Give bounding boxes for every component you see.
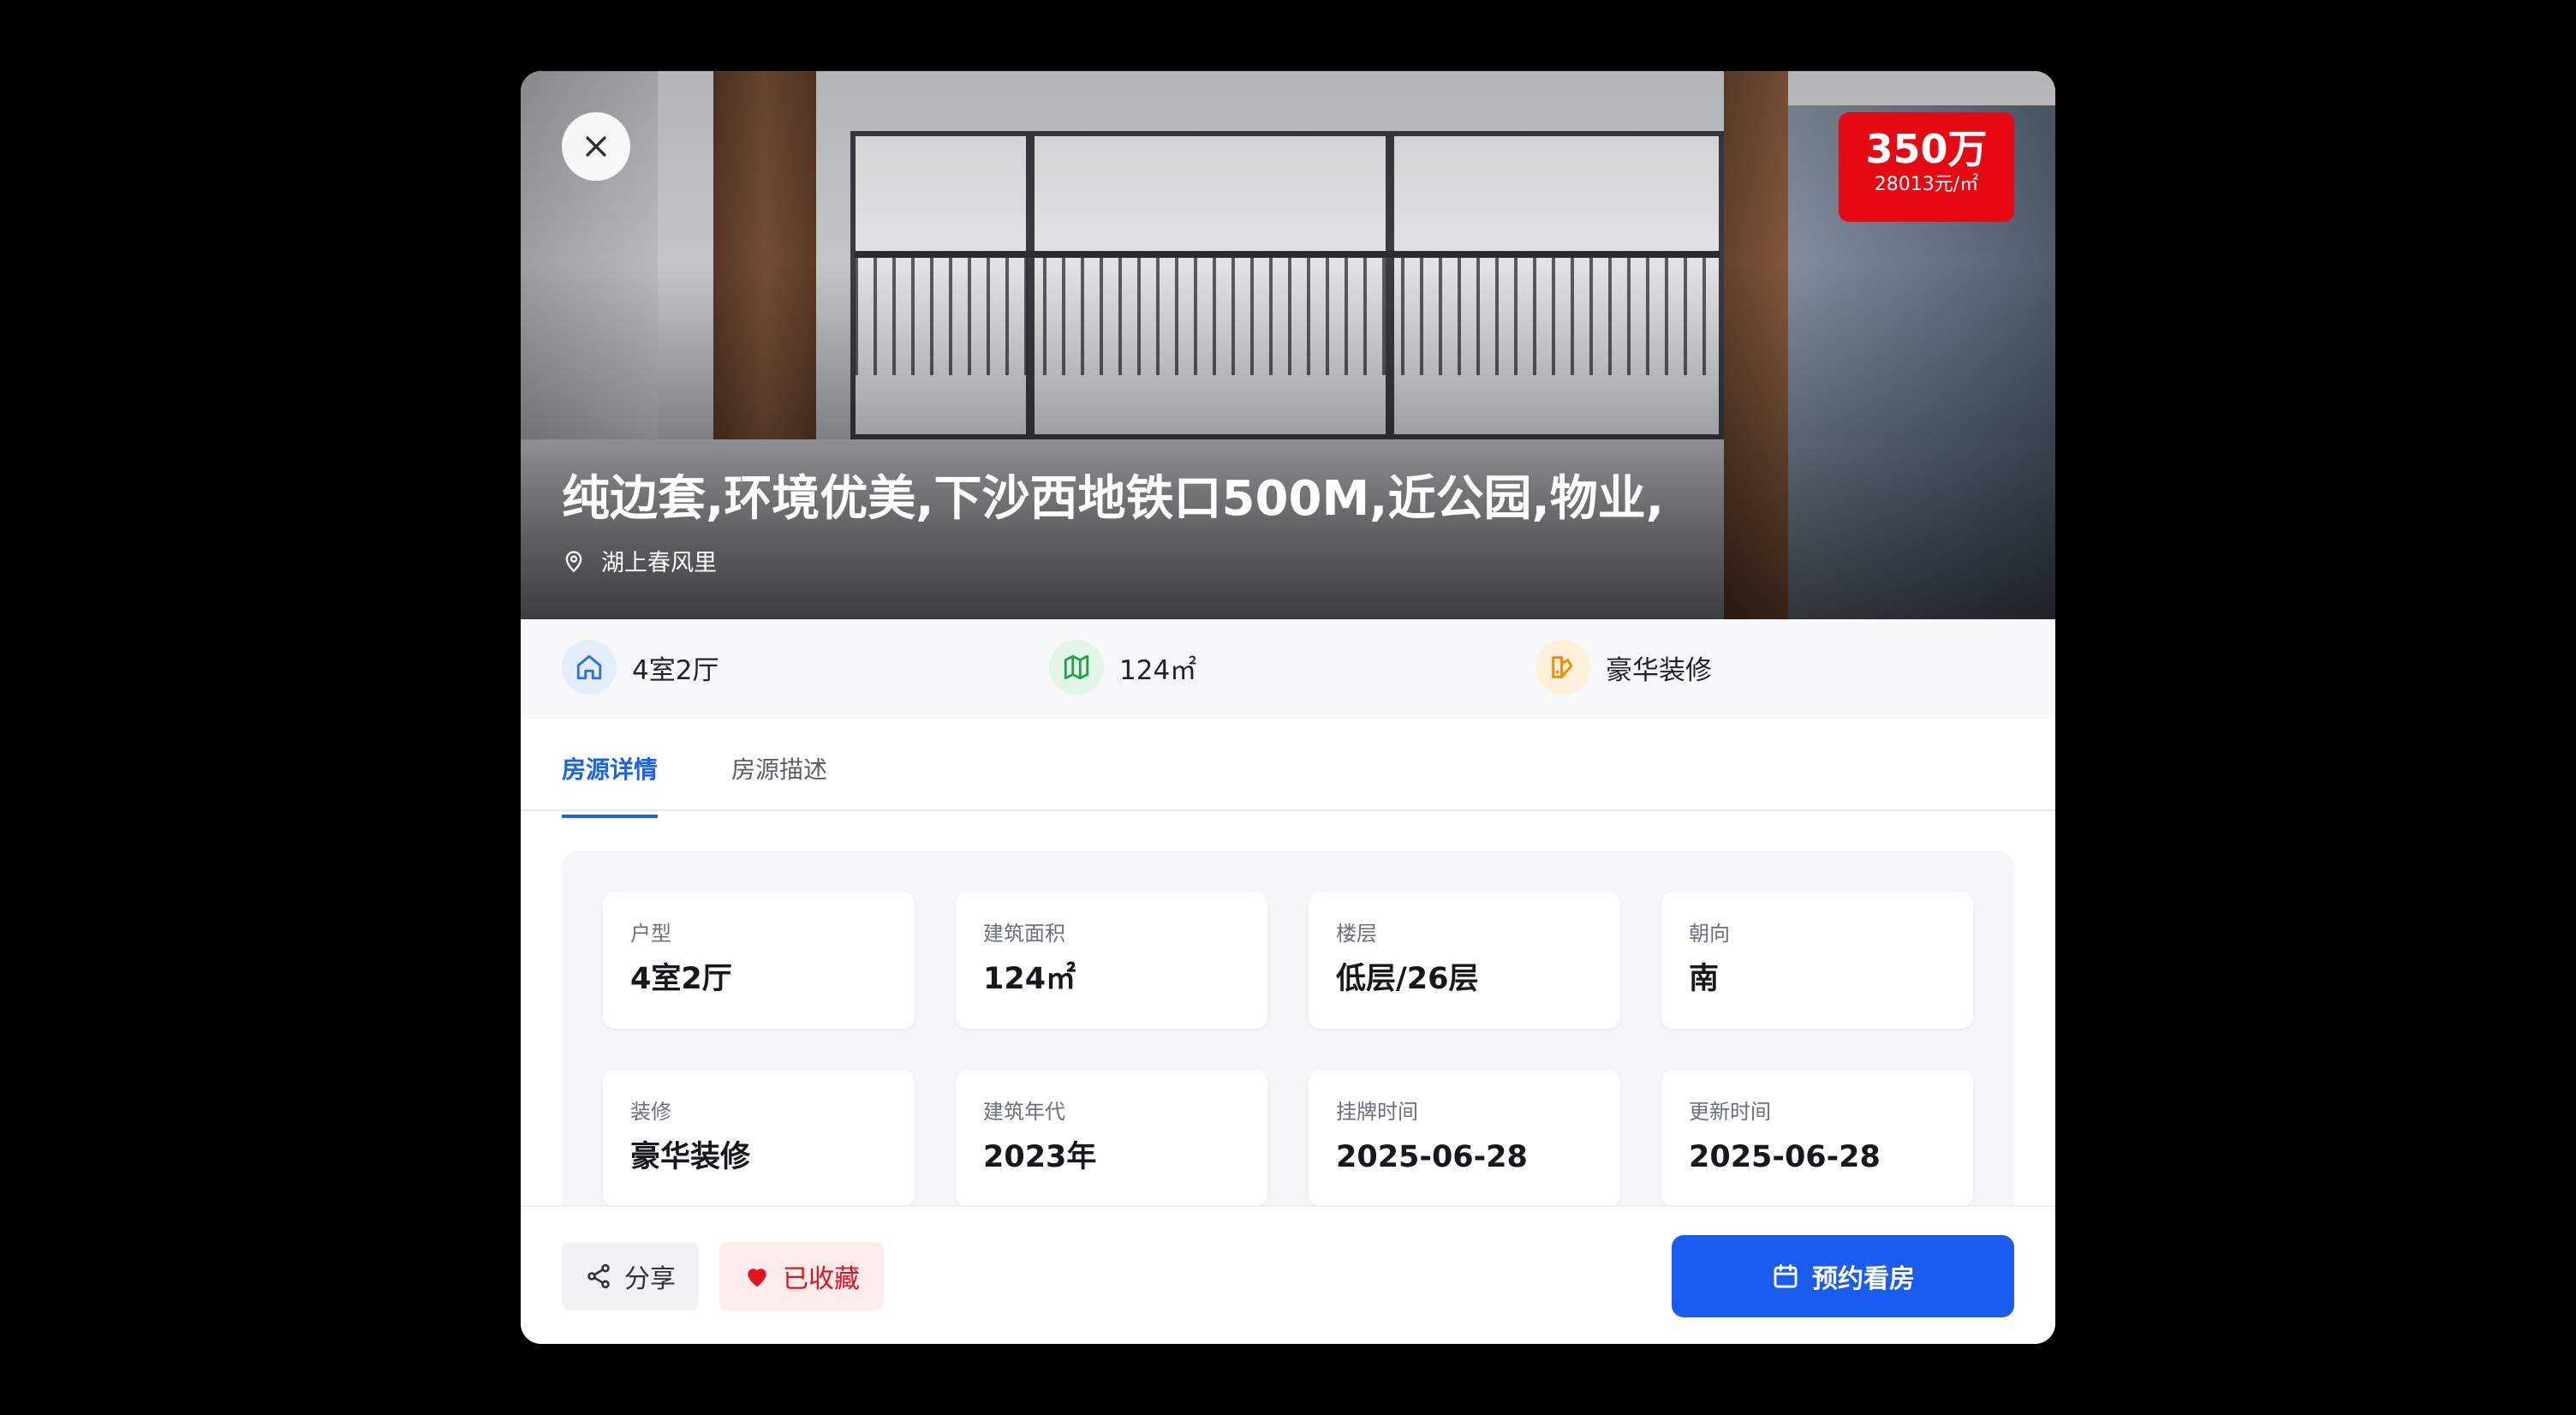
- detail-value: 2025-06-28: [1336, 1140, 1528, 1174]
- calendar-icon: [1774, 1263, 1798, 1288]
- price-badge: 350万 28013元/㎡: [1839, 112, 2014, 222]
- location-name: 湖上春风里: [601, 550, 717, 576]
- paint-icon: [1535, 640, 1590, 695]
- detail-card-updated-date: 更新时间 2025-06-28: [1661, 1070, 1973, 1207]
- detail-value: 2025-06-28: [1689, 1140, 1881, 1174]
- feature-strip: 4室2厅 124㎡ 豪华装修: [521, 619, 2055, 719]
- location-pin-icon: [565, 550, 582, 572]
- detail-value: 2023年: [983, 1140, 1097, 1174]
- action-footer: 分享 已收藏 预约看房: [521, 1205, 2055, 1344]
- detail-label: 挂牌时间: [1336, 1100, 1418, 1124]
- listing-photo: 350万 28013元/㎡ 纯边套,环境优美,下沙西地铁口500M,近公园,物业…: [521, 71, 2055, 619]
- feature-area: 124㎡: [1049, 640, 1196, 695]
- detail-value: 124㎡: [983, 962, 1076, 996]
- share-icon: [587, 1263, 610, 1289]
- detail-value: 豪华装修: [630, 1140, 751, 1174]
- detail-card-area: 建筑面积 124㎡: [956, 892, 1267, 1029]
- share-button[interactable]: 分享: [562, 1242, 699, 1311]
- favorite-label: 已收藏: [783, 1264, 860, 1294]
- detail-label: 户型: [630, 922, 671, 946]
- feature-layout-label: 4室2厅: [632, 654, 719, 686]
- detail-label: 建筑面积: [983, 922, 1065, 946]
- listing-location: 湖上春风里: [562, 544, 717, 577]
- detail-label: 建筑年代: [983, 1100, 1065, 1124]
- favorite-button[interactable]: 已收藏: [719, 1242, 884, 1311]
- detail-card-build-year: 建筑年代 2023年: [956, 1070, 1267, 1207]
- book-viewing-button[interactable]: 预约看房: [1672, 1235, 2014, 1317]
- detail-card-layout: 户型 4室2厅: [603, 892, 915, 1029]
- map-icon: [1049, 640, 1104, 695]
- total-price: 350万: [1865, 126, 1988, 172]
- book-viewing-label: 预约看房: [1812, 1264, 1915, 1294]
- feature-decoration-label: 豪华装修: [1606, 654, 1712, 686]
- detail-label: 楼层: [1336, 922, 1377, 946]
- detail-card-orientation: 朝向 南: [1661, 892, 1973, 1029]
- tab-listing-description[interactable]: 房源描述: [731, 751, 827, 815]
- detail-value: 低层/26层: [1336, 962, 1479, 996]
- detail-card-decoration: 装修 豪华装修: [603, 1070, 915, 1207]
- detail-card-listed-date: 挂牌时间 2025-06-28: [1309, 1070, 1620, 1207]
- home-icon: [562, 640, 617, 695]
- listing-title: 纯边套,环境优美,下沙西地铁口500M,近公园,物业,: [562, 471, 1664, 527]
- detail-value: 南: [1689, 962, 1720, 996]
- close-button[interactable]: [562, 112, 630, 181]
- detail-tabs: 房源详情 房源描述: [521, 719, 2055, 818]
- feature-area-label: 124㎡: [1119, 654, 1197, 686]
- listing-detail-modal: 350万 28013元/㎡ 纯边套,环境优美,下沙西地铁口500M,近公园,物业…: [521, 71, 2055, 1344]
- share-label: 分享: [624, 1264, 676, 1294]
- detail-label: 朝向: [1689, 922, 1730, 946]
- tab-listing-details[interactable]: 房源详情: [562, 751, 659, 818]
- detail-label: 更新时间: [1689, 1100, 1771, 1124]
- photo-gradient-overlay: [521, 71, 2055, 619]
- feature-decoration: 豪华装修: [1535, 640, 1712, 695]
- close-icon: [586, 136, 606, 157]
- unit-price: 28013元/㎡: [1874, 174, 1979, 195]
- detail-label: 装修: [630, 1100, 671, 1124]
- feature-layout: 4室2厅: [562, 640, 719, 695]
- heart-icon: [748, 1269, 766, 1287]
- detail-value: 4室2厅: [630, 962, 732, 996]
- detail-card-floor: 楼层 低层/26层: [1309, 892, 1620, 1029]
